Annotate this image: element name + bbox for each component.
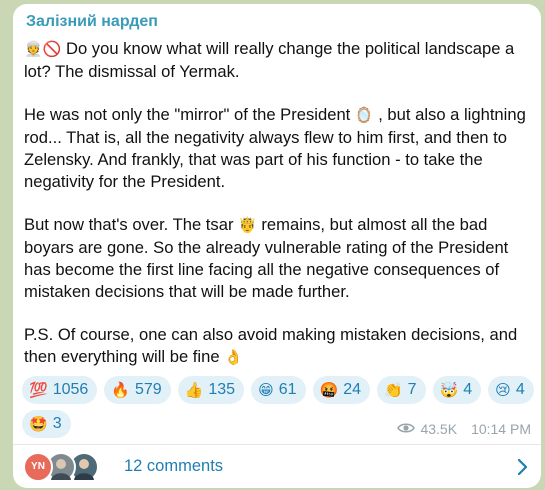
reaction-count: 24 [343,381,361,398]
guard-face-icon: 👳 [24,40,43,58]
crying-face-icon: 😢 [495,381,511,399]
message-meta: 43.5K 10:14 PM [397,421,531,437]
hundred-points-icon: 💯 [29,381,48,399]
reaction-chip[interactable]: 🤬 24 [312,376,370,404]
post-paragraph: 👳🚫 Do you know what will really change t… [24,38,536,83]
grinning-face-icon: 😁 [258,381,274,399]
reaction-chip[interactable]: 🔥 579 [104,376,171,404]
clapping-hands-icon: 👏 [383,381,403,399]
post-paragraph: He was not only the "mirror" of the Pres… [24,104,536,192]
reaction-chip[interactable]: 😢 4 [488,376,534,404]
reaction-count: 4 [515,381,525,398]
reaction-count: 579 [134,381,162,398]
star-struck-icon: 🤩 [29,415,48,433]
post-text-segment: He was not only the "mirror" of the Pres… [24,105,355,125]
post-text-segment: But now that's over. The tsar [24,215,239,235]
reaction-count: 61 [278,381,297,398]
comments-button[interactable]: YN 12 comments [13,445,541,488]
post-text-segment: Do you know what will really change the … [24,39,515,81]
reaction-chip[interactable]: 👍 135 [177,376,245,404]
post-text-segment: P.S. Of course, one can also avoid makin… [24,325,518,367]
reaction-chip[interactable]: 💯 1056 [22,376,98,404]
prince-icon: 🤴 [238,216,257,235]
message-time: 10:14 PM [471,421,531,437]
reaction-chip[interactable]: 👏 7 [376,376,426,404]
fire-icon: 🔥 [111,381,130,399]
exploding-head-icon: 🤯 [439,381,459,399]
reaction-chip[interactable]: 🤩 3 [22,410,71,438]
commenter-avatars: YN [23,451,103,482]
reaction-count: 3 [52,415,62,432]
post-paragraph: But now that's over. The tsar 🤴 remains,… [24,214,536,302]
message-bubble: Залізний нардеп 👳🚫 Do you know what will… [13,4,541,488]
cursing-face-icon: 🤬 [319,381,339,399]
mirror-icon: 🪞 [354,106,374,125]
post-text: 👳🚫 Do you know what will really change t… [24,38,536,369]
reaction-count: 7 [407,381,417,398]
chevron-right-icon [517,458,529,481]
channel-name[interactable]: Залізний нардеп [26,13,158,31]
reaction-count: 4 [463,381,473,398]
thumbs-up-icon: 👍 [184,381,204,399]
comments-count: 12 comments [124,457,224,475]
eye-icon [397,421,416,437]
avatar: YN [23,451,53,482]
reaction-count: 1056 [52,381,89,398]
reaction-count: 135 [208,381,236,398]
no-entry-icon: 🚫 [42,40,62,58]
ok-hand-icon: 👌 [224,348,243,367]
reaction-chip[interactable]: 😁 61 [251,376,306,404]
view-count: 43.5K [420,421,458,437]
post-paragraph: P.S. Of course, one can also avoid makin… [24,324,536,369]
reaction-chip[interactable]: 🤯 4 [432,376,482,404]
